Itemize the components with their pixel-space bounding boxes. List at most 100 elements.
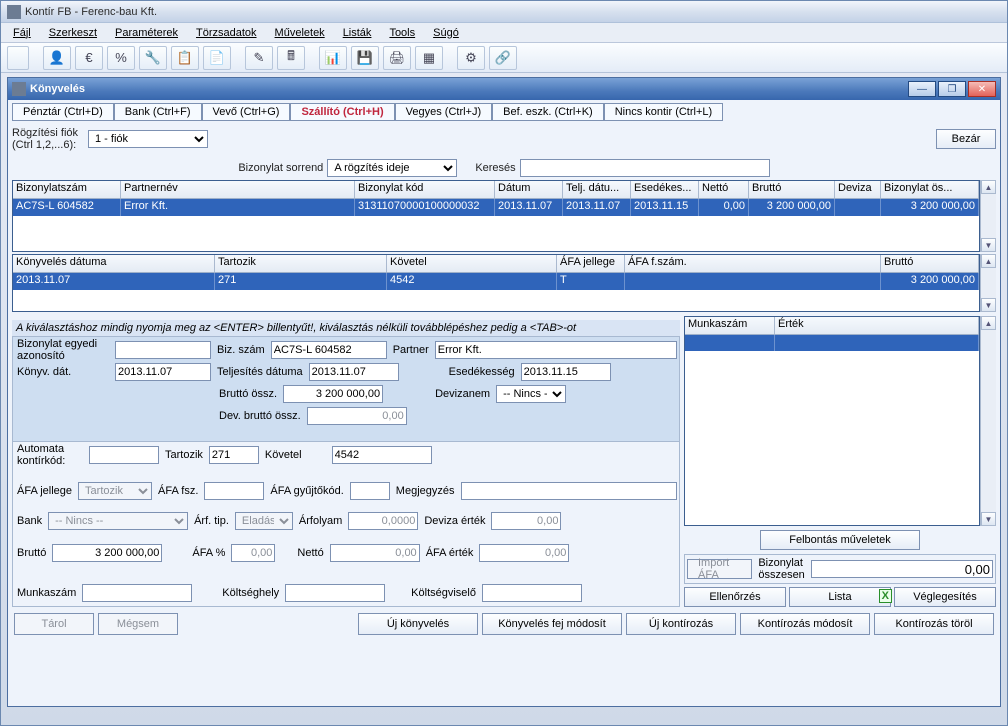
right-grid-header-munkaszam[interactable]: Munkaszám (685, 317, 775, 334)
bank-select[interactable]: -- Nincs -- (48, 512, 188, 530)
arfolyam-input[interactable] (348, 512, 418, 530)
toolbar-blank-icon[interactable] (7, 46, 29, 70)
kereses-input[interactable] (520, 159, 770, 177)
konyvdat-input[interactable] (115, 363, 211, 381)
toolbar-calc-icon[interactable]: 🖩 (277, 46, 305, 70)
netto-input[interactable] (330, 544, 420, 562)
tartozik-input[interactable] (209, 446, 259, 464)
grid2-header-afajellege[interactable]: ÁFA jellege (557, 255, 625, 272)
menu-file[interactable]: Fájl (5, 25, 39, 41)
scroll-down-icon[interactable] (981, 512, 996, 526)
toolbar-clipboard-icon[interactable]: 📋 (171, 46, 199, 70)
grid1-header-netto[interactable]: Nettó (699, 181, 749, 198)
grid2-header-brutto[interactable]: Bruttó (881, 255, 979, 272)
scroll-down-icon[interactable] (981, 238, 996, 252)
minimize-button[interactable]: — (908, 81, 936, 97)
grid1-header-bizonylatossz[interactable]: Bizonylat ös... (881, 181, 979, 198)
toolbar-sheet-icon[interactable]: 📄 (203, 46, 231, 70)
toolbar-wrench-icon[interactable]: 🔧 (139, 46, 167, 70)
menu-edit[interactable]: Szerkeszt (41, 25, 105, 41)
scroll-up-icon[interactable] (981, 316, 996, 330)
esedekesseg-input[interactable] (521, 363, 611, 381)
afapct-input[interactable] (231, 544, 275, 562)
grid2-header-afafszam[interactable]: ÁFA f.szám. (625, 255, 881, 272)
toolbar-save-icon[interactable]: 💾 (351, 46, 379, 70)
grid1-row[interactable]: AC7S-L 604582 Error Kft. 313110700001000… (13, 199, 979, 216)
uj-kontirozas-button[interactable]: Új kontírozás (626, 613, 736, 635)
devizaertek-input[interactable] (491, 512, 561, 530)
grid1-header-bizonylatkod[interactable]: Bizonylat kód (355, 181, 495, 198)
toolbar-edit-icon[interactable]: ✎ (245, 46, 273, 70)
felbontas-button[interactable]: Felbontás műveletek (760, 530, 920, 550)
scroll-up-icon[interactable] (981, 254, 996, 268)
grid1-header-deviza[interactable]: Deviza (835, 181, 881, 198)
bizszam-input[interactable] (271, 341, 387, 359)
excel-icon[interactable]: X (879, 589, 892, 603)
toolbar-user-icon[interactable]: 👤 (43, 46, 71, 70)
grid1-header-bizonylatszam[interactable]: Bizonylatszám (13, 181, 121, 198)
afaertek-input[interactable] (479, 544, 569, 562)
menu-params[interactable]: Paraméterek (107, 25, 186, 41)
dev-brutto-input[interactable] (307, 407, 407, 425)
right-grid-header-ertek[interactable]: Érték (775, 317, 979, 334)
arftip-select[interactable]: Eladási (235, 512, 293, 530)
koltseghely-input[interactable] (285, 584, 385, 602)
grid1-header-teljdatum[interactable]: Telj. dátu... (563, 181, 631, 198)
koltsegviselo-input[interactable] (482, 584, 582, 602)
menu-ops[interactable]: Műveletek (267, 25, 333, 41)
kovetel-input[interactable] (332, 446, 432, 464)
uj-konyveles-button[interactable]: Új könyvelés (358, 613, 478, 635)
grid2-header-kovetel[interactable]: Követel (387, 255, 557, 272)
toolbar-percent-icon[interactable]: % (107, 46, 135, 70)
grid1-header-partnernev[interactable]: Partnernév (121, 181, 355, 198)
grid2-header-tartozik[interactable]: Tartozik (215, 255, 387, 272)
tarol-button[interactable]: Tárol (14, 613, 94, 635)
brutto-ossz-input[interactable] (283, 385, 383, 403)
lista-button[interactable]: ListaX (789, 587, 891, 607)
scroll-down-icon[interactable] (981, 298, 996, 312)
toolbar-chart-icon[interactable]: 📊 (319, 46, 347, 70)
tab-bank[interactable]: Bank (Ctrl+F) (114, 103, 202, 121)
afajellege-select[interactable]: Tartozik (78, 482, 152, 500)
grid1-header-datum[interactable]: Dátum (495, 181, 563, 198)
kontirozas-modosit-button[interactable]: Kontírozás módosít (740, 613, 870, 635)
partner-input[interactable] (435, 341, 677, 359)
scroll-up-icon[interactable] (981, 180, 996, 194)
megjegyzes-input[interactable] (461, 482, 678, 500)
teljdat-input[interactable] (309, 363, 399, 381)
automata-input[interactable] (89, 446, 159, 464)
menu-help[interactable]: Súgó (425, 25, 467, 41)
kontirozas-torol-button[interactable]: Kontírozás töröl (874, 613, 994, 635)
devizanem-select[interactable]: -- Nincs - (496, 385, 566, 403)
bizonylat-sorrend-select[interactable]: A rögzítés ideje (327, 159, 457, 177)
veglegesites-button[interactable]: Véglegesítés (894, 587, 996, 607)
tab-vegyes[interactable]: Vegyes (Ctrl+J) (395, 103, 493, 121)
toolbar-print-icon[interactable]: 🖨 (383, 46, 411, 70)
bezar-button[interactable]: Bezár (936, 129, 996, 149)
rogzitesi-fiok-select[interactable]: 1 - fiók (88, 130, 208, 148)
ellenorzes-button[interactable]: Ellenőrzés (684, 587, 786, 607)
toolbar-table-icon[interactable]: ▦ (415, 46, 443, 70)
tab-vevo[interactable]: Vevő (Ctrl+G) (202, 103, 291, 121)
megsem-button[interactable]: Mégsem (98, 613, 178, 635)
menu-master[interactable]: Törzsadatok (188, 25, 265, 41)
grid2-header-konyvdatum[interactable]: Könyvelés dátuma (13, 255, 215, 272)
munkaszam-input[interactable] (82, 584, 192, 602)
menu-lists[interactable]: Listák (335, 25, 380, 41)
afafsz-input[interactable] (204, 482, 264, 500)
grid2-row[interactable]: 2013.11.07 271 4542 T 3 200 000,00 (13, 273, 979, 290)
close-button[interactable]: ✕ (968, 81, 996, 97)
right-grid-row[interactable] (685, 335, 979, 351)
brutto2-input[interactable] (52, 544, 162, 562)
maximize-button[interactable]: ❐ (938, 81, 966, 97)
tab-szallito[interactable]: Szállító (Ctrl+H) (290, 103, 394, 121)
menu-tools[interactable]: Tools (381, 25, 423, 41)
tab-bef[interactable]: Bef. eszk. (Ctrl+K) (492, 103, 604, 121)
tab-nincs[interactable]: Nincs kontir (Ctrl+L) (604, 103, 724, 121)
bizegyedi-input[interactable] (115, 341, 211, 359)
tab-penztar[interactable]: Pénztár (Ctrl+D) (12, 103, 114, 121)
import-afa-button[interactable]: Import ÁFA (687, 559, 752, 579)
afagyujto-input[interactable] (350, 482, 390, 500)
toolbar-gear-icon[interactable]: ⚙ (457, 46, 485, 70)
konyveles-fej-modosit-button[interactable]: Könyvelés fej módosít (482, 613, 622, 635)
